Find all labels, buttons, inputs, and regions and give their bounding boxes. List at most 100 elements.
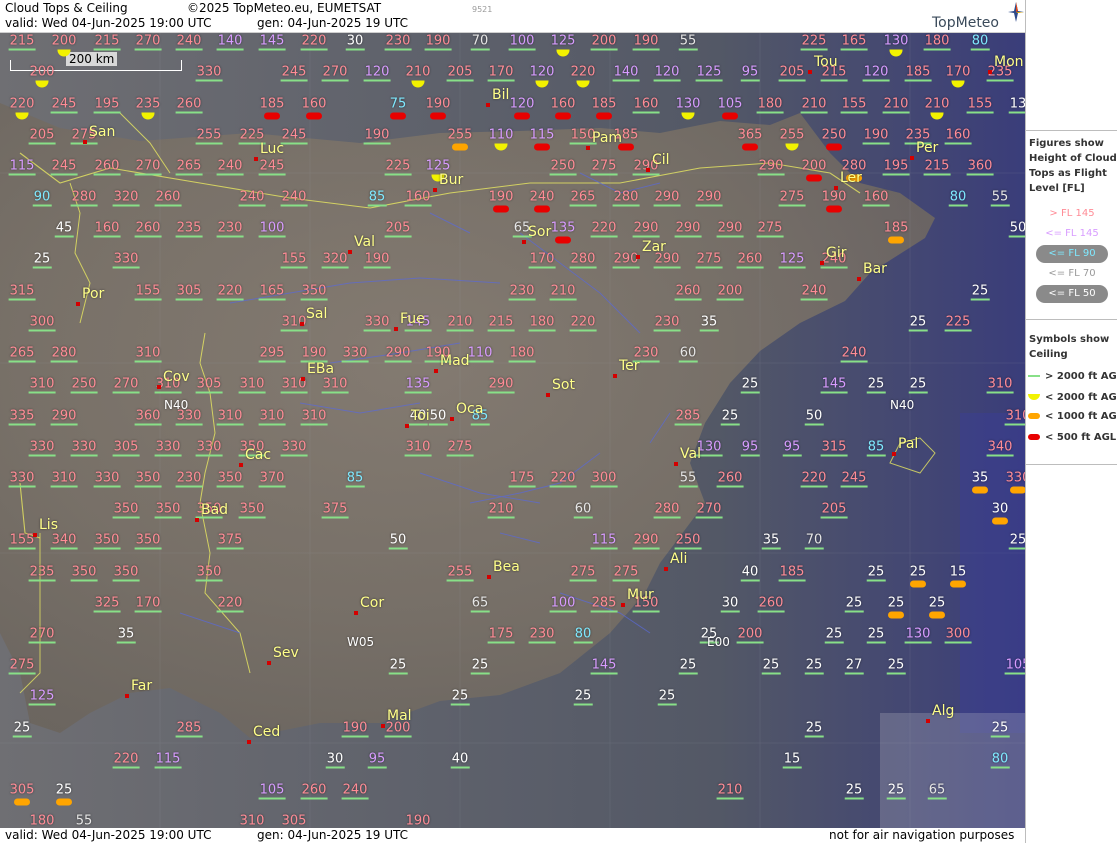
cloud-top-label: 240 [529, 189, 555, 205]
legend-ceiling-lt1000: < 1000 ft AGL [1028, 411, 1117, 422]
cloud-top-label: 290 [384, 345, 412, 363]
ceiling-lt1000-icon [992, 517, 1008, 525]
cloud-top-label: 265 [8, 345, 36, 363]
ceiling-lt500-icon [534, 143, 550, 151]
city-label: Ler [840, 170, 862, 186]
city-marker-icon [157, 385, 161, 389]
city-marker-icon [646, 168, 650, 172]
cloud-top-label: 170 [528, 251, 556, 269]
city-marker-icon [239, 463, 243, 467]
cloud-top-label: 25 [990, 720, 1009, 738]
cloud-top-label: 25 [866, 564, 885, 582]
city-marker-icon [487, 575, 491, 579]
cloud-top-label: 25 [804, 657, 823, 675]
cloud-top-label: 330 [112, 251, 140, 269]
cloud-top-label: 125 [778, 251, 806, 269]
cloud-top-label: 155 [134, 283, 162, 301]
city-label: Ali [670, 551, 688, 567]
cloud-top-label: 220 [9, 96, 35, 112]
ceiling-lt500-icon [806, 174, 822, 182]
cloud-top-label: 260 [134, 220, 162, 238]
cloud-top-label: 25 [928, 595, 946, 611]
cloud-top-label: 290 [674, 220, 702, 238]
cloud-top-label: 225 [800, 33, 828, 51]
cloud-top-label: 330 [1005, 470, 1025, 486]
cloud-top-label: 230 [175, 470, 203, 488]
cloud-top-label: 175 [487, 626, 515, 644]
cloud-top-label: 30 [325, 751, 344, 769]
map-title: Cloud Tops & Ceiling [5, 1, 128, 15]
cloud-top-label: 270 [134, 33, 162, 51]
cloud-top-label: 50 [1008, 220, 1025, 238]
legend-divider [1026, 464, 1117, 465]
cloud-top-label: 115 [529, 127, 555, 143]
cloud-top-label: 25 [55, 782, 73, 798]
cloud-top-label: 220 [549, 470, 577, 488]
cloud-top-label: 170 [945, 64, 971, 80]
cloud-top-label: 160 [944, 127, 972, 145]
cloud-top-label: 285 [175, 720, 203, 738]
cloud-top-label: 25 [12, 720, 31, 738]
cloud-top-label: 175 [508, 470, 536, 488]
cloud-top-label: 145 [820, 376, 848, 394]
cloud-top-label: 80 [970, 33, 989, 51]
cloud-top-label: 95 [782, 439, 801, 457]
cloud-top-label: 255 [446, 564, 474, 582]
cloud-top-label: 350 [93, 532, 121, 550]
cloud-top-label: 275 [590, 158, 618, 176]
cloud-top-label: 240 [216, 158, 244, 176]
cloud-top-label: 200 [29, 64, 55, 80]
cloud-top-label: 35 [699, 314, 718, 332]
city-label: Cac [245, 447, 272, 463]
cloud-top-label: 170 [134, 595, 162, 613]
city-label: Toi [411, 408, 430, 424]
cloud-top-label: 130 [883, 33, 909, 49]
cloud-top-label: 360 [966, 158, 994, 176]
cloud-top-label: 330 [28, 439, 56, 457]
city-label: Sev [273, 645, 299, 661]
cloud-top-label: 350 [70, 564, 98, 582]
cloud-top-label: 25 [678, 657, 697, 675]
city-marker-icon [910, 156, 914, 160]
city-marker-icon [300, 322, 304, 326]
cloud-top-label: 250 [70, 376, 98, 394]
city-marker-icon [586, 146, 590, 150]
city-marker-icon [857, 277, 861, 281]
scale-bar-label: 200 km [66, 52, 118, 66]
city-marker-icon [405, 424, 409, 428]
legend-fl-label: > FL 145 [1049, 208, 1095, 219]
city-label: Oca [456, 401, 484, 417]
cloud-top-label: 350 [238, 501, 266, 519]
cloud-top-label: 35 [971, 470, 989, 486]
cloud-top-label: 25 [866, 376, 885, 394]
cloud-top-label: 270 [134, 158, 162, 176]
cloud-top-label: 245 [280, 64, 308, 82]
cloud-top-label: 255 [195, 127, 223, 145]
cloud-top-label: 25 [1008, 532, 1025, 550]
cloud-top-label: 130 [904, 626, 932, 644]
cloud-top-label: 350 [112, 501, 140, 519]
cloud-top-label: 135 [404, 376, 432, 394]
airway-label: W05 [347, 635, 375, 649]
cloud-top-label: 320 [112, 189, 140, 207]
cloud-top-label: 100 [549, 595, 577, 613]
ceiling-lt500-icon [493, 205, 509, 213]
cloud-top-label: 110 [466, 345, 494, 363]
legend-ceiling-gt2000: > 2000 ft AGL [1028, 371, 1117, 382]
city-label: Sor [528, 224, 552, 240]
cloud-top-label: 190 [300, 345, 328, 363]
cloud-top-label: 25 [844, 595, 863, 613]
ceiling-lt1000-icon [929, 611, 945, 619]
cloud-top-label: 310 [134, 345, 162, 363]
cloud-top-label: 50 [428, 408, 447, 426]
cloud-top-label: 210 [487, 501, 515, 519]
ceiling-lt1000-icon [950, 580, 966, 588]
cloud-top-label: 160 [550, 96, 576, 112]
cloud-top-label: 105 [1004, 658, 1025, 675]
cloud-top-label: 310 [258, 408, 286, 426]
cloud-top-label: 280 [612, 189, 640, 207]
cloud-top-label: 240 [238, 189, 266, 207]
cloud-top-label: 180 [923, 33, 951, 51]
cloud-top-label: 270 [695, 501, 723, 519]
city-label: Fue [400, 311, 425, 327]
